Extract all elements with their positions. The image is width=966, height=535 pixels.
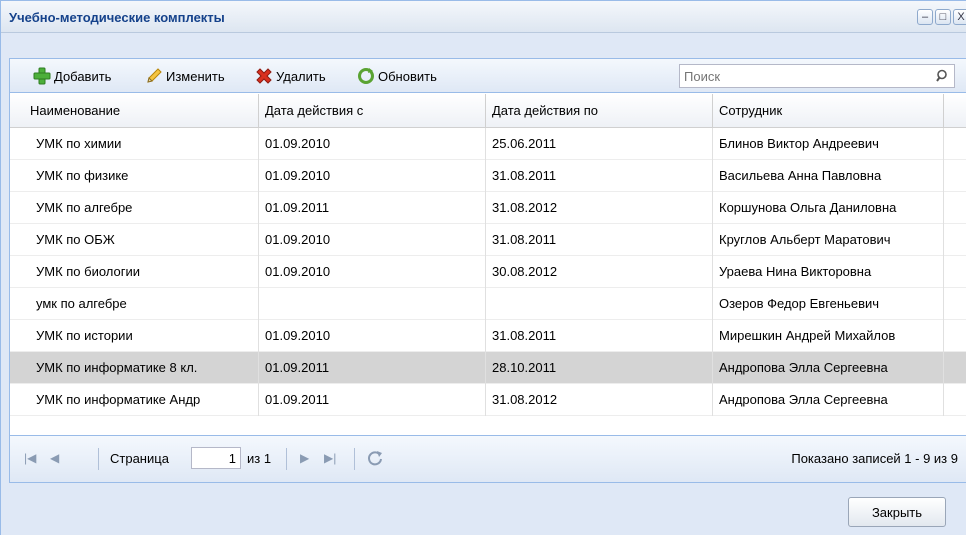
cell-employee: Блинов Виктор Андреевич — [713, 128, 944, 160]
cell-employee: Васильева Анна Павловна — [713, 160, 944, 192]
toolbar: Добавить Изменить Удалить Обновить — [9, 58, 966, 93]
pager-separator — [286, 448, 287, 470]
cell-date-to: 31.08.2012 — [486, 192, 713, 224]
cell-employee: Круглов Альберт Маратович — [713, 224, 944, 256]
pager-separator — [98, 448, 99, 470]
cell-date-to: 31.08.2011 — [486, 320, 713, 352]
cell-date-from: 01.09.2010 — [259, 320, 486, 352]
cell-name: УМК по информатике Андр — [17, 384, 259, 416]
page-number-input[interactable] — [191, 447, 241, 469]
cell-date-from: 01.09.2010 — [259, 128, 486, 160]
search-icon[interactable] — [935, 68, 951, 84]
table-row[interactable]: УМК по биологии 01.09.2010 30.08.2012 Ураев… — [10, 256, 966, 288]
refresh-button[interactable]: Обновить — [357, 67, 437, 85]
pencil-icon — [147, 68, 162, 83]
cell-name: УМК по алгебре — [17, 192, 259, 224]
cell-name: УМК по биологии — [17, 256, 259, 288]
records-info: Показано записей 1 - 9 из 9 — [791, 451, 958, 466]
cell-name: УМК по физике — [17, 160, 259, 192]
cell-date-to: 30.08.2012 — [486, 256, 713, 288]
refresh-icon — [358, 68, 374, 84]
delete-button[interactable]: Удалить — [255, 67, 326, 85]
last-page-icon[interactable]: ▶| — [324, 451, 336, 465]
search-input[interactable] — [680, 65, 930, 87]
cell-date-to: 31.08.2011 — [486, 160, 713, 192]
page-label: Страница — [110, 451, 169, 466]
page-of-label: из 1 — [247, 451, 272, 466]
window-title: Учебно-методические комплекты — [9, 10, 225, 25]
table-row[interactable]: умк по алгебре Озеров Федор Евгеньевич — [10, 288, 966, 320]
cell-date-from: 01.09.2010 — [259, 160, 486, 192]
cell-date-from: 01.09.2010 — [259, 224, 486, 256]
cell-date-from: 01.09.2010 — [259, 256, 486, 288]
cell-name: УМК по химии — [17, 128, 259, 160]
grid-rows: УМК по химии 01.09.2010 25.06.2011 Блинов В… — [10, 128, 966, 433]
cell-employee: Андропова Элла Сергеевна — [713, 384, 944, 416]
cell-date-from — [259, 288, 486, 320]
cell-date-to: 25.06.2011 — [486, 128, 713, 160]
column-header-name[interactable]: Наименование — [10, 94, 259, 128]
minimize-icon[interactable]: – — [917, 9, 933, 25]
next-page-icon[interactable]: ▶ — [300, 451, 309, 465]
cell-name: УМК по информатике 8 кл. — [17, 352, 259, 384]
table-row[interactable]: УМК по физике 01.09.2010 31.08.2011 Василье… — [10, 160, 966, 192]
grid-header: Наименование Дата действия с Дата действ… — [10, 94, 966, 128]
cell-date-to: 31.08.2012 — [486, 384, 713, 416]
cell-employee: Андропова Элла Сергеевна — [713, 352, 944, 384]
pager-separator — [354, 448, 355, 470]
add-label: Добавить — [54, 68, 112, 84]
edit-button[interactable]: Изменить — [145, 67, 225, 85]
edit-label: Изменить — [166, 68, 225, 84]
table-row[interactable]: УМК по ОБЖ 01.09.2010 31.08.2011 Круглов Ал… — [10, 224, 966, 256]
column-header-employee[interactable]: Сотрудник — [713, 94, 944, 128]
umk-window: Учебно-методические комплекты – □ X Доба… — [0, 0, 966, 535]
table-row[interactable]: УМК по информатике Андр 01.09.2011 31.08.2… — [10, 384, 966, 416]
column-header-date-from[interactable]: Дата действия с — [259, 94, 486, 128]
table-row[interactable]: УМК по химии 01.09.2010 25.06.2011 Блинов В… — [10, 128, 966, 160]
cell-date-to — [486, 288, 713, 320]
refresh-label: Обновить — [378, 68, 437, 84]
table-row[interactable]: УМК по информатике 8 кл. 01.09.2011 28.10.… — [10, 352, 966, 384]
prev-page-icon[interactable]: ◀ — [50, 451, 59, 465]
delete-x-icon — [256, 68, 272, 84]
cell-date-from: 01.09.2011 — [259, 384, 486, 416]
plus-icon — [33, 67, 51, 85]
cell-employee: Мирешкин Андрей Михайлов — [713, 320, 944, 352]
cell-employee: Ураева Нина Викторовна — [713, 256, 944, 288]
column-header-date-to[interactable]: Дата действия по — [486, 94, 713, 128]
delete-label: Удалить — [276, 68, 326, 84]
table-row[interactable]: УМК по алгебре 01.09.2011 31.08.2012 Коршун… — [10, 192, 966, 224]
window-controls: – □ X — [917, 9, 966, 25]
cell-name: УМК по истории — [17, 320, 259, 352]
first-page-icon[interactable]: |◀ — [24, 451, 36, 465]
close-icon[interactable]: X — [953, 9, 966, 25]
cell-employee: Озеров Федор Евгеньевич — [713, 288, 944, 320]
cell-date-to: 31.08.2011 — [486, 224, 713, 256]
table-row[interactable]: УМК по истории 01.09.2010 31.08.2011 Мирешк… — [10, 320, 966, 352]
cell-date-from: 01.09.2011 — [259, 352, 486, 384]
reload-icon[interactable] — [366, 449, 384, 467]
add-button[interactable]: Добавить — [33, 67, 111, 85]
cell-employee: Коршунова Ольга Даниловна — [713, 192, 944, 224]
cell-date-to: 28.10.2011 — [486, 352, 713, 384]
close-button[interactable]: Закрыть — [848, 497, 946, 527]
maximize-icon[interactable]: □ — [935, 9, 951, 25]
search-box — [679, 64, 955, 88]
cell-name: умк по алгебре — [17, 288, 259, 320]
pager: |◀ ◀ Страница из 1 ▶ ▶| Показано записей… — [10, 435, 966, 482]
cell-name: УМК по ОБЖ — [17, 224, 259, 256]
window-titlebar[interactable]: Учебно-методические комплекты – □ X — [1, 1, 966, 33]
cell-date-from: 01.09.2011 — [259, 192, 486, 224]
